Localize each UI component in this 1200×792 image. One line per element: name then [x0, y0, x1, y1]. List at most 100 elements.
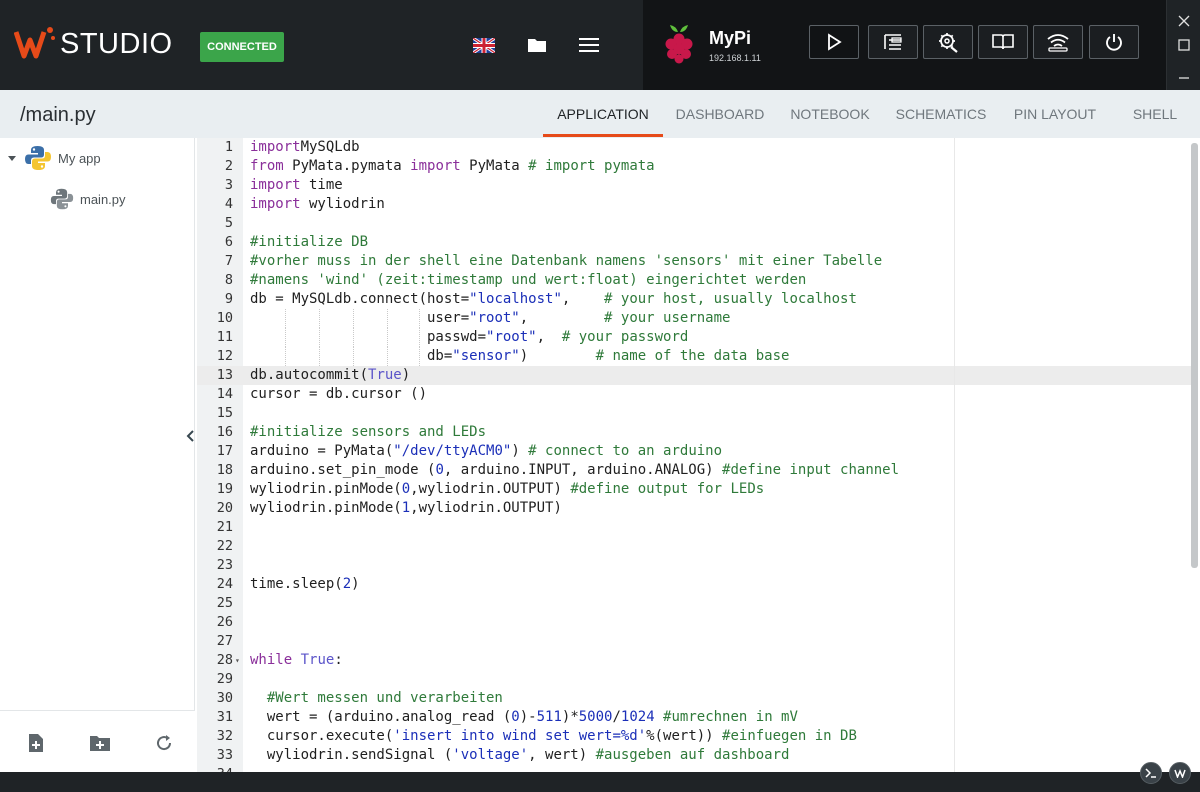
- documentation-button[interactable]: [978, 25, 1028, 59]
- task-manager-button[interactable]: [868, 25, 918, 59]
- code-text: user="root", # your username: [250, 309, 730, 328]
- menu-icon[interactable]: [577, 34, 601, 56]
- tab-shell[interactable]: SHELL: [1120, 90, 1190, 138]
- code-token: /: [612, 709, 621, 725]
- code-line[interactable]: 23: [197, 556, 1187, 575]
- network-button[interactable]: [1033, 25, 1083, 59]
- code-line[interactable]: 13 db.autocommit(True): [197, 366, 1187, 385]
- code-token: #einfuegen in DB: [722, 728, 857, 744]
- caret-down-icon: [8, 156, 16, 161]
- code-token: # your host, usually localhost: [604, 291, 857, 307]
- new-file-icon[interactable]: [25, 732, 47, 754]
- line-number: 2: [224, 158, 233, 174]
- code-line[interactable]: 21: [197, 518, 1187, 537]
- code-line[interactable]: 11 passwd="root", # your password: [197, 328, 1187, 347]
- code-line[interactable]: 29: [197, 670, 1187, 689]
- code-text: passwd="root", # your password: [250, 328, 688, 347]
- code-line[interactable]: 16 #initialize sensors and LEDs: [197, 423, 1187, 442]
- code-line[interactable]: 20 wyliodrin.pinMode(1,wyliodrin.OUTPUT): [197, 499, 1187, 518]
- folder-icon[interactable]: [525, 34, 549, 56]
- fold-toggle-icon[interactable]: ▾: [235, 651, 240, 670]
- uk-flag-icon[interactable]: [472, 34, 496, 56]
- code-line[interactable]: 5: [197, 214, 1187, 233]
- code-token: "root": [486, 329, 537, 345]
- code-text: arduino = PyMata("/dev/ttyACM0") # conne…: [250, 442, 722, 461]
- code-token: 1: [401, 500, 411, 516]
- code-line[interactable]: 14 cursor = db.cursor (): [197, 385, 1187, 404]
- tree-item-file[interactable]: main.py: [50, 186, 126, 212]
- tab-pin-layout[interactable]: PIN LAYOUT: [1003, 90, 1107, 138]
- code-token: ,: [519, 310, 605, 326]
- code-editor[interactable]: 1 importMySQLdb 2 from PyMata.pymata import…: [197, 138, 1200, 772]
- code-token: wyliodrin.pinMode(: [250, 481, 402, 497]
- collapse-sidebar-icon[interactable]: [183, 427, 197, 445]
- line-number: 15: [216, 405, 233, 421]
- code-line[interactable]: 15: [197, 404, 1187, 423]
- raspberry-pi-icon: [662, 22, 696, 69]
- disconnect-button[interactable]: [1089, 25, 1139, 59]
- code-token: import: [250, 139, 301, 155]
- device-settings-button[interactable]: [923, 25, 973, 59]
- code-token: ,: [561, 291, 605, 307]
- code-token: #umrechnen in mV: [654, 709, 798, 725]
- device-name: MyPi: [709, 28, 752, 48]
- code-line[interactable]: 28 ▾ while True:: [197, 651, 1187, 670]
- active-tab-indicator: [543, 134, 663, 137]
- code-text: arduino.set_pin_mode (0, arduino.INPUT, …: [250, 461, 899, 480]
- brand-text: STUDIO: [60, 27, 173, 60]
- code-token: ): [519, 348, 596, 364]
- editor-scrollbar[interactable]: [1191, 143, 1198, 568]
- maximize-window-icon[interactable]: [1176, 37, 1192, 53]
- run-button[interactable]: [809, 25, 859, 59]
- code-line[interactable]: 10 user="root", # your username: [197, 309, 1187, 328]
- code-line[interactable]: 26: [197, 613, 1187, 632]
- code-line[interactable]: 1 importMySQLdb: [197, 138, 1187, 157]
- code-line[interactable]: 31 wert = (arduino.analog_read (0)-511)*…: [197, 708, 1187, 727]
- new-folder-icon[interactable]: [89, 732, 111, 754]
- code-line[interactable]: 22: [197, 537, 1187, 556]
- code-token: ): [401, 367, 411, 383]
- settings-icon: [939, 33, 958, 53]
- code-line[interactable]: 3 import time: [197, 176, 1187, 195]
- code-line[interactable]: 32 cursor.execute('insert into wind set …: [197, 727, 1187, 746]
- tab-application[interactable]: APPLICATION: [543, 90, 663, 138]
- wyliodrin-icon[interactable]: [1169, 762, 1191, 784]
- code-line[interactable]: 19 wyliodrin.pinMode(0,wyliodrin.OUTPUT) …: [197, 480, 1187, 499]
- code-line[interactable]: 34: [197, 765, 1187, 772]
- code-line[interactable]: 30 #Wert messen und verarbeiten: [197, 689, 1187, 708]
- line-number: 20: [216, 500, 233, 516]
- line-number: 18: [216, 462, 233, 478]
- tree-item-project[interactable]: My app: [6, 144, 101, 172]
- code-line[interactable]: 17 arduino = PyMata("/dev/ttyACM0") # con…: [197, 442, 1187, 461]
- code-token: #Wert messen und verarbeiten: [266, 690, 503, 706]
- tab-dashboard[interactable]: DASHBOARD: [666, 90, 774, 138]
- tab-notebook[interactable]: NOTEBOOK: [780, 90, 880, 138]
- minimize-window-icon[interactable]: [1176, 70, 1192, 86]
- code-line[interactable]: 25: [197, 594, 1187, 613]
- code-line[interactable]: 7 #vorher muss in der shell eine Datenban…: [197, 252, 1187, 271]
- line-number: 6: [224, 234, 233, 250]
- code-line[interactable]: 33 wyliodrin.sendSignal ('voltage', wert…: [197, 746, 1187, 765]
- code-line[interactable]: 27: [197, 632, 1187, 651]
- line-number: 31: [216, 709, 233, 725]
- refresh-icon[interactable]: [153, 732, 175, 754]
- code-line[interactable]: 6 #initialize DB: [197, 233, 1187, 252]
- terminal-icon[interactable]: [1140, 762, 1162, 784]
- code-line[interactable]: 4 import wyliodrin: [197, 195, 1187, 214]
- line-number: 30: [216, 690, 233, 706]
- code-line[interactable]: 12 db="sensor") # name of the data base: [197, 347, 1187, 366]
- code-line[interactable]: 18 arduino.set_pin_mode (0, arduino.INPUT…: [197, 461, 1187, 480]
- code-line[interactable]: 8 #namens 'wind' (zeit:timestamp und wert…: [197, 271, 1187, 290]
- close-window-icon[interactable]: [1176, 13, 1192, 29]
- code-token: 0: [401, 481, 411, 497]
- line-number: 13: [216, 367, 233, 383]
- code-line[interactable]: 24 time.sleep(2): [197, 575, 1187, 594]
- window-controls: [1166, 0, 1200, 90]
- connection-status-badge: CONNECTED: [200, 32, 284, 62]
- line-number: 11: [216, 329, 233, 345]
- tab-schematics[interactable]: SCHEMATICS: [885, 90, 997, 138]
- code-line[interactable]: 2 from PyMata.pymata import PyMata # impo…: [197, 157, 1187, 176]
- code-line[interactable]: 9 db = MySQLdb.connect(host="localhost", …: [197, 290, 1187, 309]
- line-number: 5: [224, 215, 233, 231]
